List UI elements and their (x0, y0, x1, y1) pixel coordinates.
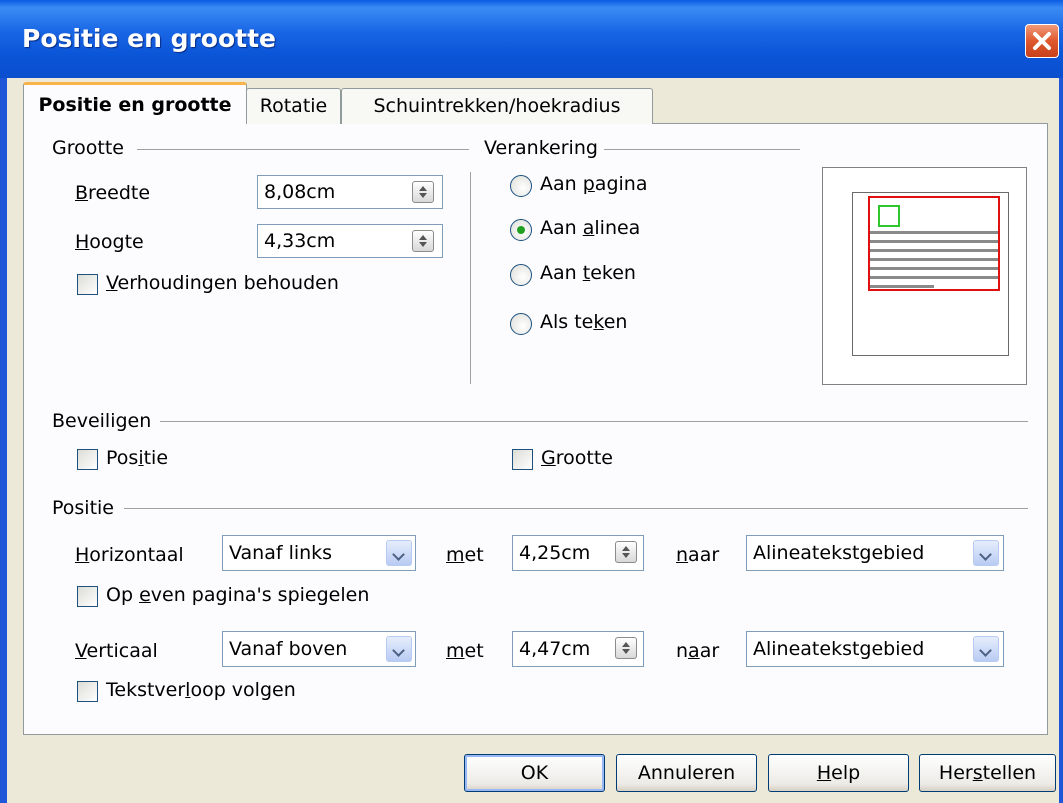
anchor-page-label[interactable]: Aan pagina (540, 173, 647, 195)
dialog-window: Positie en grootte Positie en grootte Ro… (0, 0, 1063, 803)
keep-ratio-label[interactable]: Verhoudingen behouden (106, 272, 339, 294)
tab-schuintrekken[interactable]: Schuintrekken/hoekradius (341, 88, 653, 124)
preview-text-line (870, 258, 998, 261)
height-value: 4,33cm (264, 230, 336, 252)
protect-position-checkbox[interactable] (77, 449, 98, 470)
size-group-divider (137, 149, 469, 150)
horizontal-by-label: met (446, 544, 484, 566)
vertical-by-label: met (446, 640, 484, 662)
keep-ratio-checkbox[interactable] (77, 274, 98, 295)
anchor-paragraph-label[interactable]: Aan alinea (540, 217, 640, 239)
keep-ratio-label-text: erhoudingen behouden (117, 272, 339, 294)
anchor-character-radio[interactable] (510, 264, 532, 286)
position-group-divider (124, 508, 1028, 509)
preview-text-line (870, 267, 998, 270)
tab-rotatie[interactable]: Rotatie (246, 88, 341, 124)
horizontal-dropdown-button[interactable] (386, 540, 412, 566)
protect-size-checkbox[interactable] (512, 449, 533, 470)
size-group-label: Grootte (52, 137, 124, 159)
horizontal-select-value: Vanaf links (229, 542, 333, 564)
width-label-text: reedte (88, 182, 151, 204)
width-label: Breedte (75, 182, 151, 204)
preview-text-line (870, 285, 934, 288)
preview-text-line (870, 240, 998, 243)
anchor-page-radio[interactable] (510, 175, 532, 197)
preview-text-line (870, 231, 998, 234)
follow-flow-checkbox[interactable] (77, 681, 98, 702)
anchor-as-character-label[interactable]: Als teken (540, 311, 627, 333)
vertical-to-dropdown-button[interactable] (973, 636, 999, 662)
preview-object-frame (878, 205, 900, 227)
close-button[interactable] (1025, 24, 1059, 58)
vertical-by-value: 4,47cm (519, 638, 591, 660)
width-spin-button[interactable] (412, 181, 434, 203)
follow-flow-label[interactable]: Tekstverloop volgen (106, 679, 296, 701)
height-label: Hoogte (75, 231, 144, 253)
close-icon (1033, 32, 1051, 50)
anchor-group-divider (604, 149, 800, 150)
horizontal-label: Horizontaal (75, 544, 184, 566)
window-frame-right (1059, 78, 1063, 803)
preview-text-line (870, 276, 998, 279)
horizontal-to-dropdown-button[interactable] (973, 540, 999, 566)
help-button[interactable]: Help (768, 754, 909, 792)
reset-button[interactable]: Herstellen (919, 754, 1056, 792)
preview-text-line (870, 249, 998, 252)
tab-positie-en-grootte[interactable]: Positie en grootte (23, 82, 247, 124)
mirror-label[interactable]: Op even pagina's spiegelen (106, 584, 369, 606)
ok-button[interactable]: OK (464, 754, 605, 792)
anchor-paragraph-radio[interactable] (510, 219, 532, 241)
vertical-by-spin-button[interactable] (615, 637, 637, 659)
horizontal-to-value: Alineatekstgebied (753, 542, 925, 564)
window-frame-left (0, 78, 7, 803)
protect-group-label: Beveiligen (52, 410, 152, 432)
protect-position-label[interactable]: Positie (106, 447, 168, 469)
horizontal-to-select[interactable]: Alineatekstgebied (746, 535, 1004, 571)
horizontal-by-value: 4,25cm (519, 542, 591, 564)
anchor-character-label[interactable]: Aan teken (540, 262, 636, 284)
anchor-as-character-radio[interactable] (510, 313, 532, 335)
vertical-to-label: naar (676, 640, 720, 662)
height-label-text: oogte (89, 231, 144, 253)
horizontal-to-label: naar (676, 544, 720, 566)
protect-size-label[interactable]: Grootte (541, 447, 613, 469)
protect-group-divider (160, 421, 1028, 422)
dialog-title: Positie en grootte (22, 24, 277, 53)
height-spin-button[interactable] (412, 230, 434, 252)
vertical-separator (470, 172, 471, 384)
vertical-to-select[interactable]: Alineatekstgebied (746, 631, 1004, 667)
anchor-group-label: Verankering (484, 137, 598, 159)
vertical-dropdown-button[interactable] (386, 636, 412, 662)
horizontal-by-spin-button[interactable] (615, 541, 637, 563)
position-group-label: Positie (52, 497, 115, 519)
vertical-to-value: Alineatekstgebied (753, 638, 925, 660)
width-value: 8,08cm (264, 181, 336, 203)
vertical-select-value: Vanaf boven (229, 638, 348, 660)
mirror-checkbox[interactable] (77, 586, 98, 607)
cancel-button[interactable]: Annuleren (616, 754, 757, 792)
vertical-label: Verticaal (75, 640, 158, 662)
